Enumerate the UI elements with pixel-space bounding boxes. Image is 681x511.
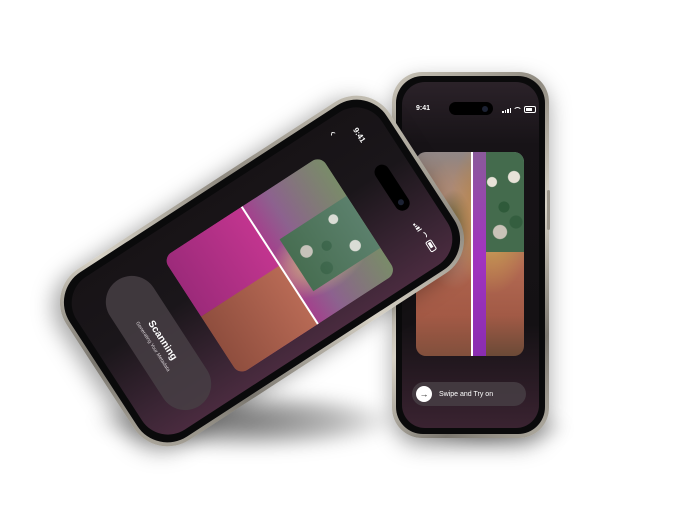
wifi-icon	[513, 106, 522, 113]
tryon-slice	[472, 152, 486, 356]
battery-icon	[524, 106, 536, 113]
wifi-icon	[419, 229, 430, 241]
status-icons	[413, 220, 438, 253]
dynamic-island	[449, 102, 493, 115]
scanned-image	[162, 155, 397, 376]
mockup-stage: 9:41 → Swipe and Try on 9:41 ‹ Scanning …	[0, 0, 681, 511]
signal-icon	[413, 221, 423, 232]
camera-icon	[482, 105, 488, 112]
swipe-handle[interactable]: →	[416, 386, 432, 402]
power-button	[547, 190, 550, 230]
camera-icon	[397, 197, 406, 207]
floral-top-region	[484, 152, 524, 252]
compare-divider[interactable]	[471, 152, 473, 356]
status-icons	[502, 106, 536, 113]
swipe-try-on-button[interactable]: → Swipe and Try on	[412, 382, 526, 406]
swipe-label: Swipe and Try on	[439, 390, 494, 398]
status-time: 9:41	[351, 125, 368, 145]
signal-icon	[502, 107, 511, 113]
battery-icon	[424, 238, 438, 253]
status-time: 9:41	[416, 105, 431, 112]
dynamic-island	[371, 161, 413, 214]
chevron-left-icon[interactable]: ‹	[326, 127, 340, 138]
arrow-right-icon: →	[419, 388, 429, 399]
